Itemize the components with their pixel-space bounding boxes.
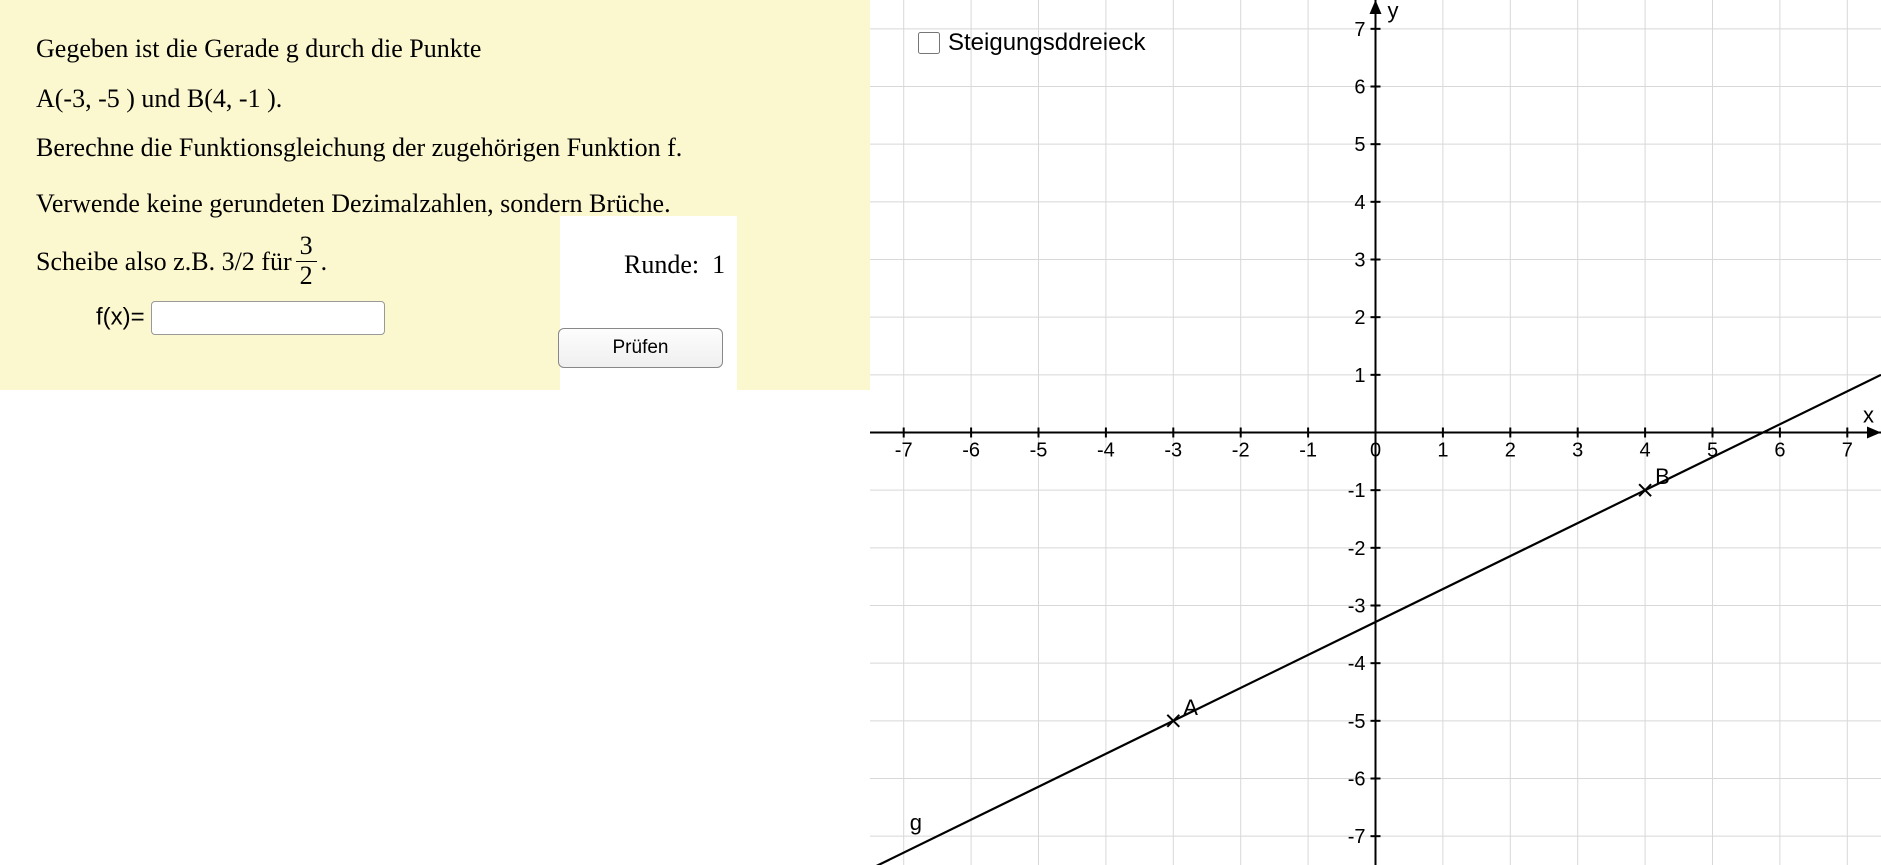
svg-text:-1: -1 (1348, 480, 1366, 502)
svg-text:0: 0 (1370, 440, 1381, 462)
fraction-icon: 3 2 (296, 232, 317, 290)
svg-text:1: 1 (1437, 440, 1448, 462)
slope-triangle-checkbox-wrap[interactable]: Steigungsddreieck (914, 29, 1145, 57)
text-line-2: A(-3, -5 ) und B(4, -1 ). (36, 78, 834, 120)
svg-text:B: B (1655, 464, 1670, 489)
svg-text:-6: -6 (1348, 769, 1366, 791)
svg-text:2: 2 (1505, 440, 1516, 462)
svg-text:3: 3 (1354, 250, 1365, 272)
svg-text:-3: -3 (1164, 440, 1182, 462)
answer-label: f(x)= (96, 303, 145, 330)
svg-text:-3: -3 (1348, 596, 1366, 618)
svg-text:y: y (1388, 0, 1399, 23)
svg-text:-7: -7 (1348, 826, 1366, 848)
svg-text:-4: -4 (1097, 440, 1115, 462)
svg-text:2: 2 (1354, 307, 1365, 329)
text-line-3: Berechne die Funktionsgleichung der zuge… (36, 127, 834, 169)
text-line-5-post: . (321, 241, 328, 283)
svg-text:7: 7 (1842, 440, 1853, 462)
svg-text:5: 5 (1354, 134, 1365, 156)
svg-text:4: 4 (1354, 192, 1365, 214)
answer-input[interactable] (151, 301, 385, 335)
slope-triangle-label: Steigungsddreieck (948, 29, 1145, 57)
svg-text:-6: -6 (962, 440, 980, 462)
svg-text:-4: -4 (1348, 653, 1366, 675)
svg-text:3: 3 (1572, 440, 1583, 462)
round-label: Runde: (624, 250, 699, 279)
svg-text:4: 4 (1640, 440, 1651, 462)
svg-text:-5: -5 (1030, 440, 1048, 462)
status-box: Runde: 1 Punkte: 0 (560, 216, 737, 406)
svg-text:7: 7 (1354, 19, 1365, 41)
svg-text:-2: -2 (1232, 440, 1250, 462)
check-button[interactable]: Prüfen (558, 328, 723, 368)
problem-panel: Gegeben ist die Gerade g durch die Punkt… (0, 0, 870, 390)
text-line-5: Scheibe also z.B. 3/2 für 3 2 . (36, 232, 327, 290)
svg-text:-5: -5 (1348, 711, 1366, 733)
svg-text:6: 6 (1774, 440, 1785, 462)
svg-text:1: 1 (1354, 365, 1365, 387)
svg-text:-1: -1 (1299, 440, 1317, 462)
text-line-5-pre: Scheibe also z.B. 3/2 für (36, 241, 292, 283)
svg-text:6: 6 (1354, 77, 1365, 99)
text-line-1: Gegeben ist die Gerade g durch die Punkt… (36, 28, 834, 70)
svg-text:g: g (910, 810, 922, 835)
svg-text:A: A (1183, 695, 1198, 720)
graph-panel: xy-7-6-5-4-3-2-101234567-7-6-5-4-3-2-112… (870, 0, 1881, 865)
svg-text:-7: -7 (895, 440, 913, 462)
answer-row: f(x)= (96, 301, 385, 335)
fraction-numerator: 3 (296, 232, 317, 262)
slope-triangle-checkbox[interactable] (918, 32, 940, 54)
round-row: Runde: 1 (572, 220, 725, 310)
svg-text:x: x (1863, 403, 1874, 428)
fraction-denominator: 2 (296, 262, 317, 291)
coordinate-plane: xy-7-6-5-4-3-2-101234567-7-6-5-4-3-2-112… (870, 0, 1881, 865)
round-value: 1 (712, 250, 725, 279)
svg-text:-2: -2 (1348, 538, 1366, 560)
